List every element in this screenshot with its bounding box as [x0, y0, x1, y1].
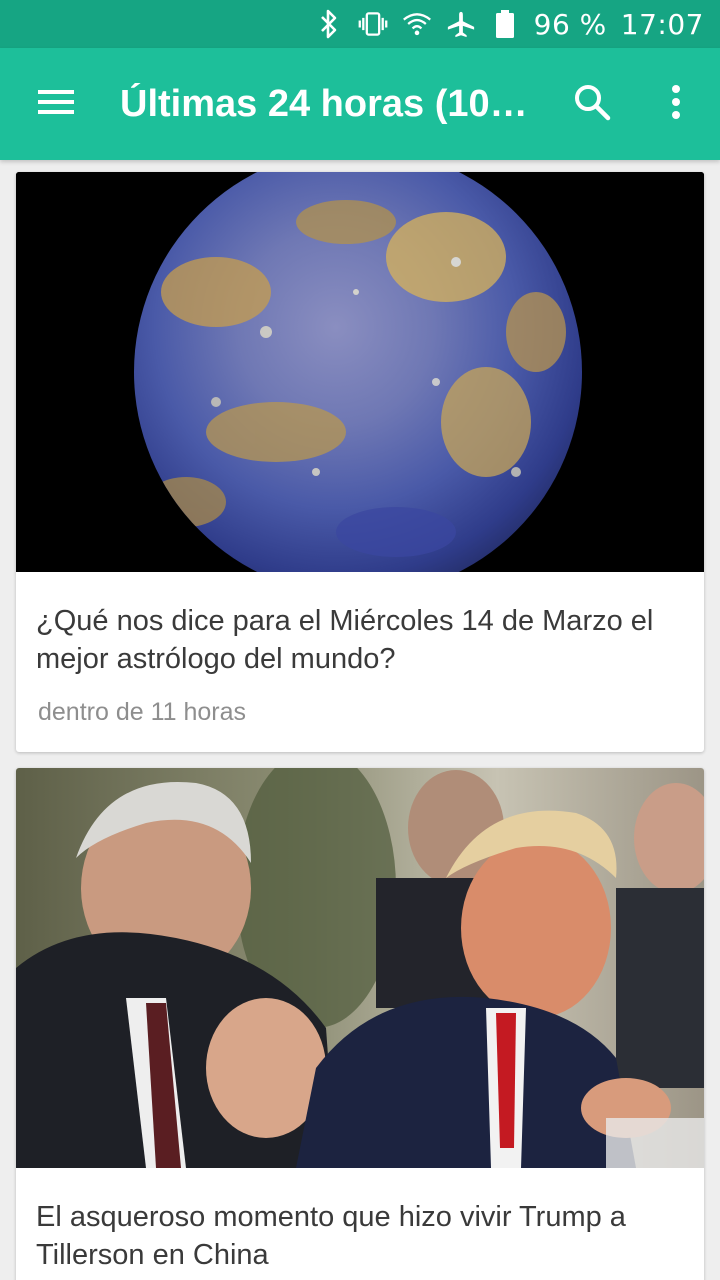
article-headline[interactable]: ¿Qué nos dice para el Miércoles 14 de Ma… — [16, 602, 704, 678]
article-time: dentro de 11 horas — [38, 698, 247, 726]
search-button[interactable] — [560, 76, 624, 132]
menu-button[interactable] — [0, 48, 112, 160]
battery-percent: 96 % — [533, 7, 607, 41]
planet-mercury-photo — [16, 172, 704, 572]
article-image[interactable] — [16, 172, 704, 572]
app-bar: Últimas 24 horas (10… — [0, 48, 720, 160]
clock: 17:07 — [620, 7, 704, 41]
more-options-button[interactable] — [648, 76, 704, 132]
page-title: Últimas 24 horas (10… — [120, 82, 528, 125]
bluetooth-icon — [314, 9, 344, 39]
article-headline[interactable]: El asqueroso momento que hizo vivir Trum… — [16, 1198, 704, 1274]
more-vert-icon — [671, 84, 681, 125]
menu-icon — [38, 88, 74, 121]
status-bar: 96 % 17:07 — [0, 0, 720, 48]
battery-icon — [490, 9, 520, 39]
article-card[interactable]: El asqueroso momento que hizo vivir Trum… — [16, 768, 704, 1280]
wifi-icon — [402, 9, 432, 39]
vibrate-icon — [358, 9, 388, 39]
article-card[interactable]: ¿Qué nos dice para el Miércoles 14 de Ma… — [16, 172, 704, 752]
search-icon — [573, 83, 611, 126]
meeting-photo — [16, 768, 704, 1168]
airplane-icon — [446, 9, 476, 39]
article-image[interactable] — [16, 768, 704, 1168]
